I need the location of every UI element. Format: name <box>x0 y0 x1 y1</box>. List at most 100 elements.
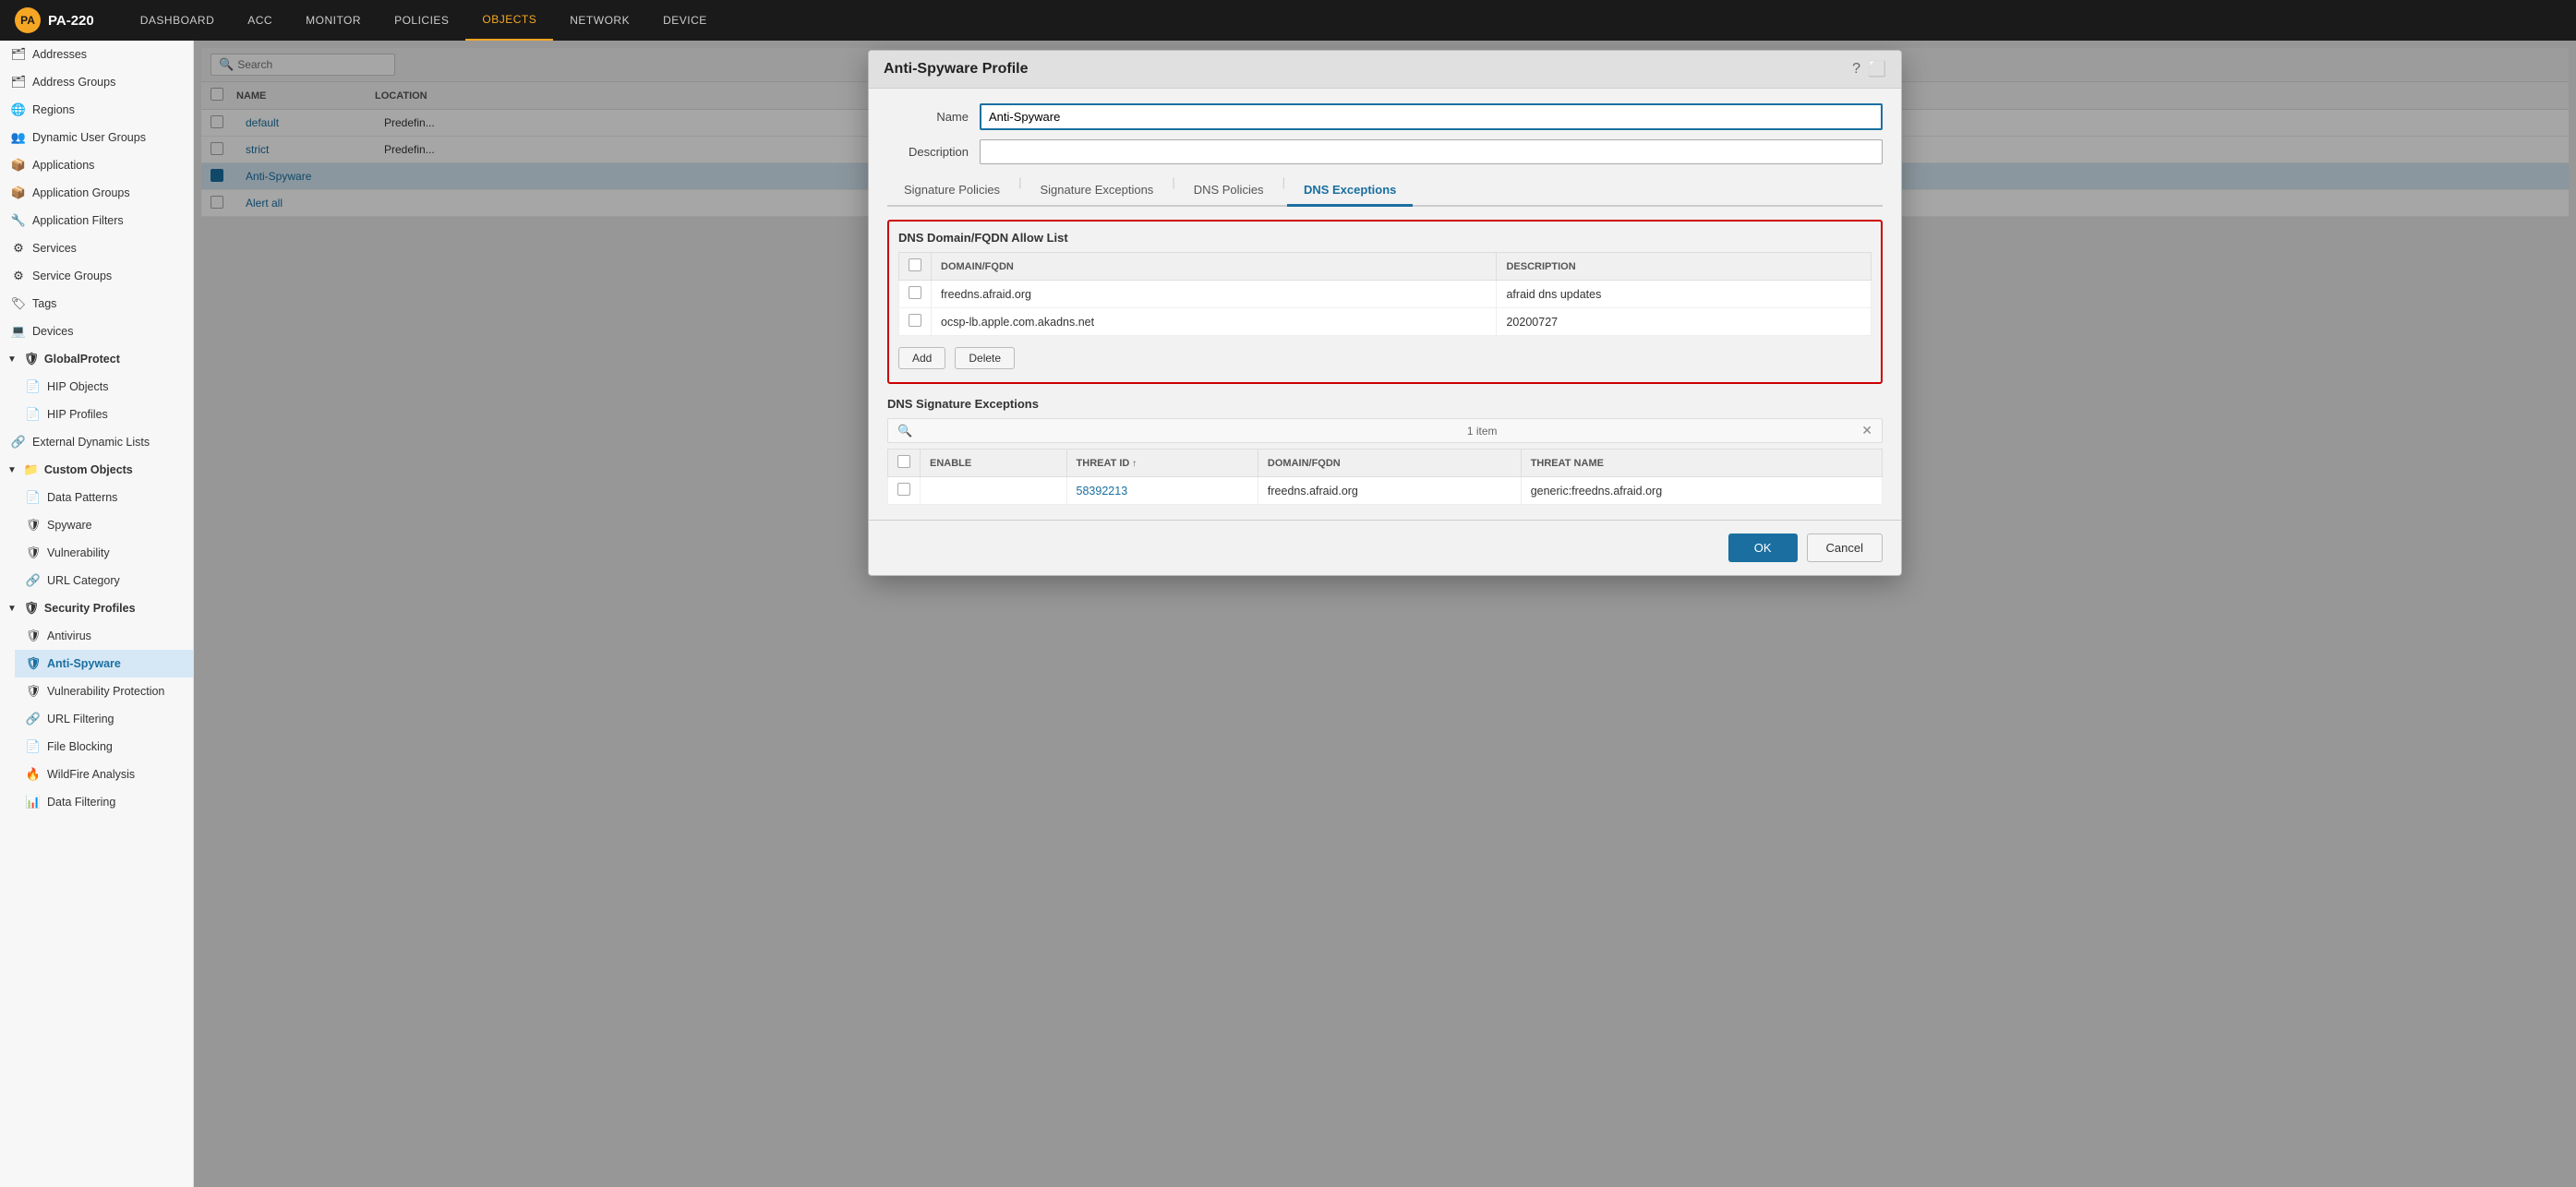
sidebar-group-security-profiles[interactable]: ▼ 🛡 Security Profiles <box>0 594 193 622</box>
sidebar-item-label: Antivirus <box>47 629 91 642</box>
main-layout: 🗂 Addresses 🗂 Address Groups 🌐 Regions 👥… <box>0 41 2576 1187</box>
sidebar-item-antivirus[interactable]: 🛡 Antivirus <box>15 622 193 650</box>
maximize-icon[interactable]: ⬜ <box>1868 60 1886 78</box>
tab-signature-policies[interactable]: Signature Policies <box>887 175 1017 207</box>
wildfire-analysis-icon: 🔥 <box>26 767 41 782</box>
sidebar-item-devices[interactable]: 💻 Devices <box>0 318 193 345</box>
sidebar-item-hip-objects[interactable]: 📄 HIP Objects <box>15 373 193 401</box>
sidebar-item-applications[interactable]: 📦 Applications <box>0 151 193 179</box>
sidebar-item-url-filtering[interactable]: 🔗 URL Filtering <box>15 705 193 733</box>
sidebar-item-data-patterns[interactable]: 📄 Data Patterns <box>15 484 193 511</box>
spyware-icon: 🛡 <box>26 518 41 533</box>
col-enable: ENABLE <box>921 450 1067 477</box>
sidebar-item-wildfire-analysis[interactable]: 🔥 WildFire Analysis <box>15 761 193 788</box>
col-threat-name: THREAT NAME <box>1521 450 1882 477</box>
chevron-down-icon: ▼ <box>7 465 17 475</box>
cancel-button[interactable]: Cancel <box>1807 534 1883 562</box>
sidebar-item-vulnerability-protection[interactable]: 🛡 Vulnerability Protection <box>15 677 193 705</box>
sidebar-item-external-dynamic-lists[interactable]: 🔗 External Dynamic Lists <box>0 428 193 456</box>
modal-footer: OK Cancel <box>869 520 1901 575</box>
modal-tabs: Signature Policies | Signature Exception… <box>887 175 1883 207</box>
col-checkbox <box>899 253 932 281</box>
delete-btn[interactable]: Delete <box>955 347 1015 369</box>
sidebar-item-label: URL Category <box>47 574 120 587</box>
sidebar-item-hip-profiles[interactable]: 📄 HIP Profiles <box>15 401 193 428</box>
application-filters-icon: 🔧 <box>11 213 26 228</box>
row-checkbox-2[interactable] <box>909 314 921 327</box>
nav-objects[interactable]: OBJECTS <box>465 0 553 41</box>
hip-profiles-icon: 📄 <box>26 407 41 422</box>
sig-select-all-checkbox[interactable] <box>897 455 910 468</box>
sig-row-checkbox[interactable] <box>897 483 910 496</box>
row-checkbox-1[interactable] <box>909 286 921 299</box>
content-area: 🔍 NAME LOCATION default Predefin... stri… <box>194 41 2576 1187</box>
modal-body: Name Description Signature Policies | Si… <box>869 89 1901 520</box>
add-btn[interactable]: Add <box>898 347 945 369</box>
sidebar-item-regions[interactable]: 🌐 Regions <box>0 96 193 124</box>
security-profiles-icon: 🛡 <box>24 601 39 616</box>
url-filtering-icon: 🔗 <box>26 712 41 726</box>
addresses-icon: 🗂 <box>11 47 26 62</box>
sidebar-item-label: Anti-Spyware <box>47 657 121 670</box>
description-input[interactable] <box>980 139 1883 164</box>
help-icon[interactable]: ? <box>1852 61 1860 78</box>
sidebar-item-anti-spyware[interactable]: 🛡 Anti-Spyware <box>15 650 193 677</box>
nav-device[interactable]: DEVICE <box>646 0 724 41</box>
regions-icon: 🌐 <box>11 102 26 117</box>
tab-signature-exceptions[interactable]: Signature Exceptions <box>1023 175 1170 207</box>
dns-row-1[interactable]: freedns.afraid.org afraid dns updates <box>899 281 1872 308</box>
top-nav: PA PA-220 DASHBOARD ACC MONITOR POLICIES… <box>0 0 2576 41</box>
address-groups-icon: 🗂 <box>11 75 26 90</box>
sidebar-item-application-groups[interactable]: 📦 Application Groups <box>0 179 193 207</box>
nav-dashboard[interactable]: DASHBOARD <box>124 0 232 41</box>
sidebar-item-label: Services <box>32 242 77 255</box>
nav-policies[interactable]: POLICIES <box>378 0 465 41</box>
sidebar-item-tags[interactable]: 🏷 Tags <box>0 290 193 318</box>
sidebar-item-label: Tags <box>32 297 56 310</box>
sig-table: ENABLE THREAT ID DOMAIN/FQDN THREAT NAME <box>887 449 1883 505</box>
sidebar-item-data-filtering[interactable]: 📊 Data Filtering <box>15 788 193 816</box>
vulnerability-protection-icon: 🛡 <box>26 684 41 699</box>
nav-monitor[interactable]: MONITOR <box>289 0 378 41</box>
sidebar-item-label: HIP Objects <box>47 380 108 393</box>
sidebar-item-label: Service Groups <box>32 270 112 282</box>
sig-search-close-icon[interactable]: ✕ <box>1861 423 1872 438</box>
dns-domain-table-wrap[interactable]: DOMAIN/FQDN DESCRIPTION freedns.afraid.o… <box>898 252 1872 336</box>
sidebar-item-vulnerability[interactable]: 🛡 Vulnerability <box>15 539 193 567</box>
sidebar-item-services[interactable]: ⚙ Services <box>0 234 193 262</box>
brand: PA PA-220 <box>15 7 94 33</box>
sig-search-input[interactable] <box>918 425 1102 438</box>
description-field-row: Description <box>887 139 1883 164</box>
sidebar-item-url-category[interactable]: 🔗 URL Category <box>15 567 193 594</box>
sig-threat-id-1[interactable]: 58392213 <box>1066 477 1258 505</box>
sidebar-group-custom-objects[interactable]: ▼ 📁 Custom Objects <box>0 456 193 484</box>
sidebar-group-globalprotect[interactable]: ▼ 🛡 GlobalProtect <box>0 345 193 373</box>
application-groups-icon: 📦 <box>11 186 26 200</box>
sidebar-item-application-filters[interactable]: 🔧 Application Filters <box>0 207 193 234</box>
devices-icon: 💻 <box>11 324 26 339</box>
col-threat-id[interactable]: THREAT ID <box>1066 450 1258 477</box>
col-description: DESCRIPTION <box>1497 253 1872 281</box>
nav-network[interactable]: NETWORK <box>553 0 646 41</box>
dns-domain-section: DNS Domain/FQDN Allow List DOMAIN/FQDN <box>887 220 1883 384</box>
data-filtering-icon: 📊 <box>26 795 41 809</box>
sidebar-item-label: WildFire Analysis <box>47 768 135 781</box>
globalprotect-icon: 🛡 <box>24 352 39 366</box>
ok-button[interactable]: OK <box>1728 534 1798 562</box>
sidebar-item-file-blocking[interactable]: 📄 File Blocking <box>15 733 193 761</box>
sig-row-1[interactable]: 58392213 freedns.afraid.org generic:free… <box>888 477 1883 505</box>
sidebar-item-service-groups[interactable]: ⚙ Service Groups <box>0 262 193 290</box>
sidebar-item-addresses[interactable]: 🗂 Addresses <box>0 41 193 68</box>
dns-row-2[interactable]: ocsp-lb.apple.com.akadns.net 20200727 <box>899 308 1872 336</box>
nav-acc[interactable]: ACC <box>231 0 289 41</box>
sidebar-item-spyware[interactable]: 🛡 Spyware <box>15 511 193 539</box>
tab-dns-policies[interactable]: DNS Policies <box>1177 175 1281 207</box>
name-input[interactable] <box>980 103 1883 130</box>
custom-objects-icon: 📁 <box>24 462 39 477</box>
select-all-dns-checkbox[interactable] <box>909 258 921 271</box>
tab-dns-exceptions[interactable]: DNS Exceptions <box>1287 175 1413 207</box>
sidebar-item-dynamic-user-groups[interactable]: 👥 Dynamic User Groups <box>0 124 193 151</box>
sidebar-item-address-groups[interactable]: 🗂 Address Groups <box>0 68 193 96</box>
applications-icon: 📦 <box>11 158 26 173</box>
sidebar-item-label: Spyware <box>47 519 92 532</box>
